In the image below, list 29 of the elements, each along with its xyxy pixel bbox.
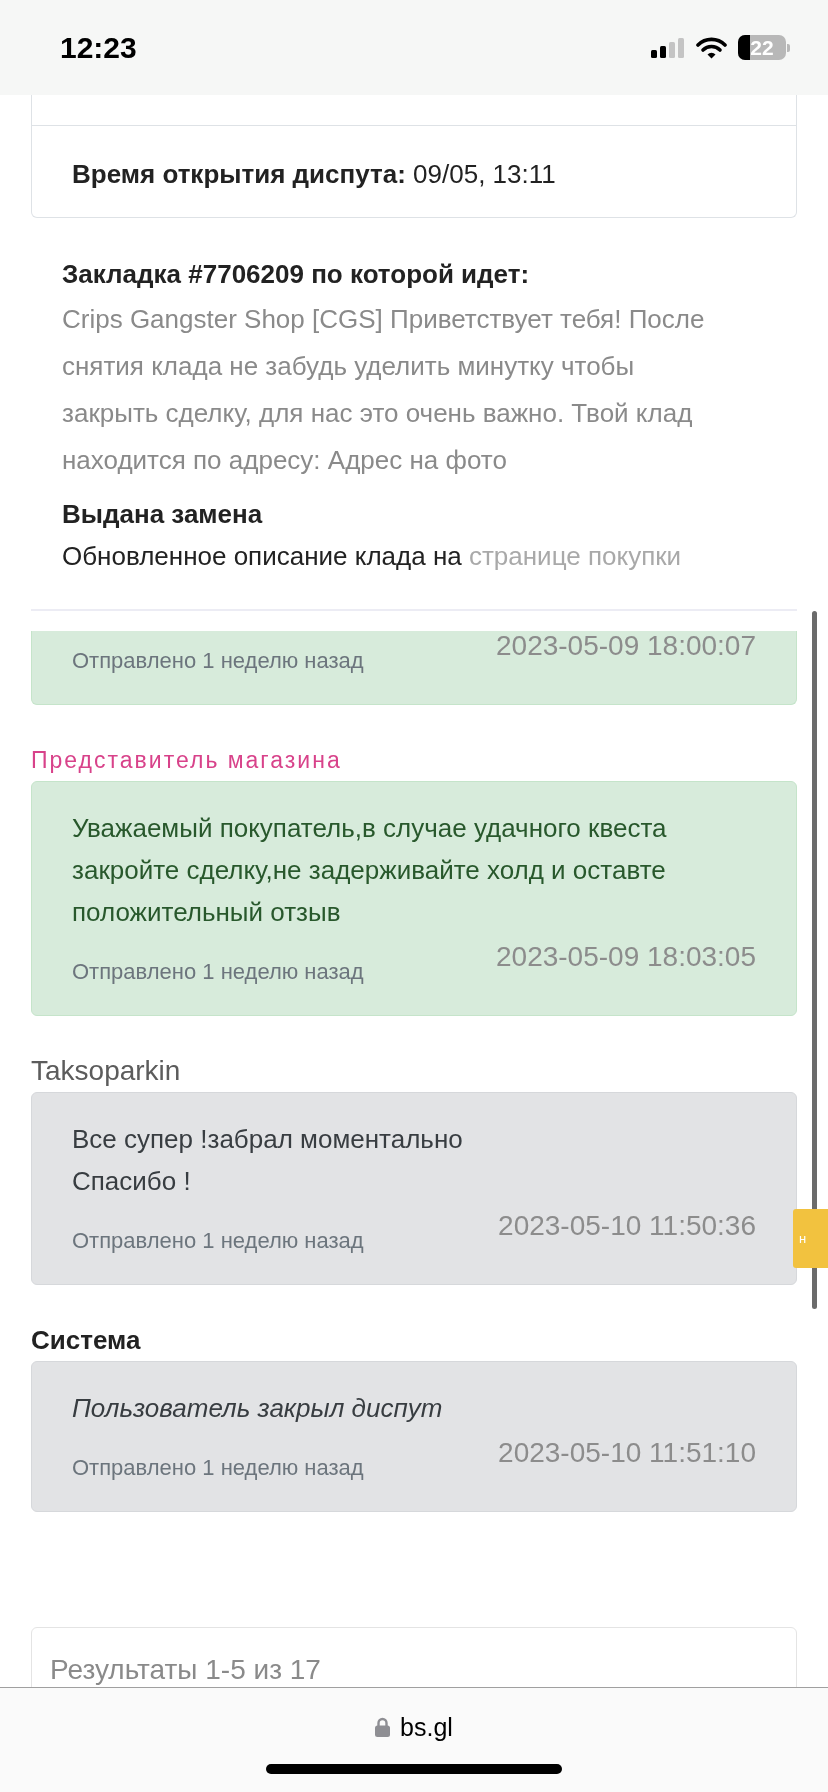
sent-ago-text: Отправлено 1 неделю назад: [72, 959, 364, 985]
message-text: Все супер !забрал моментально Спасибо !: [72, 1123, 464, 1198]
status-time: 12:23: [60, 30, 137, 66]
stash-title: Закладка #7706209 по которой идет:: [62, 258, 531, 290]
sender-name: Taksoparkin: [31, 1056, 182, 1086]
results-summary: Результаты 1-5 из 17: [50, 1654, 322, 1686]
battery-percentage: 22: [750, 37, 774, 58]
side-tab[interactable]: н: [793, 1209, 828, 1268]
sender-name: Представитель магазина: [31, 746, 343, 775]
message-text: Пользователь закрыл диспут: [72, 1392, 444, 1425]
sent-ago-text: Отправлено 1 неделю назад: [72, 1455, 364, 1481]
sent-ago-text: Отправлено 1 неделю назад: [72, 1228, 364, 1254]
wifi-icon: [696, 36, 727, 59]
scrollbar-thumb[interactable]: [812, 611, 817, 1309]
message-timestamp: 2023-05-09 18:03:05: [496, 942, 756, 972]
url-text[interactable]: bs.gl: [400, 1712, 453, 1742]
signal-icon: [651, 37, 685, 58]
message-timestamp: 2023-05-09 18:00:07: [496, 631, 756, 661]
message-text: Уважаемый покупатель,в случае удачного квеста закройте сделку,не задерживайте холд и оставте положительный отзыв: [72, 812, 668, 929]
message-timestamp: 2023-05-10 11:51:10: [498, 1438, 756, 1468]
lock-icon: [375, 1717, 391, 1737]
replacement-title: Выдана замена: [62, 498, 264, 530]
replacement-text: Обновленное описание клада на странице покупки: [62, 540, 683, 572]
message-timestamp: 2023-05-10 11:50:36: [498, 1211, 756, 1241]
stash-description: Crips Gangster Shop [CGS] Приветствует тебя! После снятия клада не забудь уделить минутку чтобы закрыть сделку, для нас это очень важно. Твой клад находится по адресу: Адрес на фото: [62, 303, 706, 477]
sender-name: Система: [31, 1325, 142, 1355]
sent-ago-text: Отправлено 1 неделю назад: [72, 648, 364, 674]
dispute-open-time: Время открытия диспута: 09/05, 13:11: [72, 158, 557, 190]
purchase-page-link[interactable]: странице покупки: [468, 541, 682, 571]
